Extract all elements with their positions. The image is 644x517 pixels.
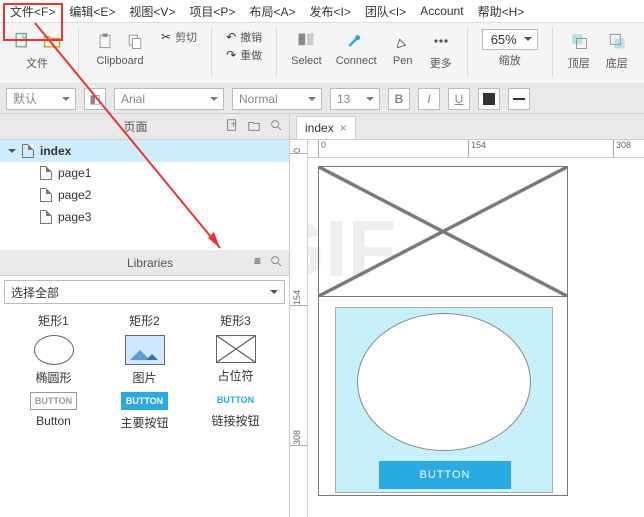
expand-icon[interactable] — [8, 149, 16, 157]
canvas-ellipse-widget[interactable] — [357, 313, 531, 451]
widget-link-button[interactable]: BUTTON链接按钮 — [196, 392, 276, 431]
toolbar-file-label: 文件 — [26, 55, 48, 71]
pen-tool-icon[interactable] — [391, 29, 415, 53]
search-pages-icon[interactable] — [269, 118, 283, 135]
pages-tree: index page1 page2 page3 — [0, 140, 289, 250]
primary-button-icon: BUTTON — [121, 392, 168, 410]
link-button-icon: BUTTON — [213, 392, 258, 408]
vertical-ruler: 0 154 308 — [290, 140, 308, 517]
menu-edit[interactable]: 编辑<E> — [69, 3, 115, 20]
annotation-highlight-box — [3, 3, 63, 41]
paste-icon[interactable] — [93, 29, 117, 53]
redo-icon[interactable]: ↷ — [226, 48, 236, 62]
image-icon — [125, 335, 165, 365]
tree-node-index[interactable]: index — [0, 140, 289, 162]
tree-node-page3[interactable]: page3 — [0, 206, 289, 228]
widget-rect3[interactable]: 矩形3 — [196, 312, 276, 329]
page-icon — [22, 144, 34, 158]
search-library-icon[interactable] — [269, 254, 283, 271]
design-canvas[interactable]: GIF BUTTON — [308, 158, 644, 517]
add-page-icon[interactable]: + — [225, 118, 239, 135]
svg-text:+: + — [230, 119, 236, 131]
tree-node-page2[interactable]: page2 — [0, 184, 289, 206]
tab-index[interactable]: index × — [296, 116, 356, 139]
format-bar: 默认 ◧ Arial Normal 13 B I U — [0, 84, 644, 114]
button-icon: BUTTON — [30, 392, 77, 410]
widget-button[interactable]: BUTTONButton — [14, 392, 94, 431]
bold-button[interactable]: B — [388, 88, 410, 110]
widget-image[interactable]: 图片 — [105, 335, 185, 386]
menu-team[interactable]: 团队<I> — [365, 3, 406, 20]
close-tab-icon[interactable]: × — [340, 121, 347, 135]
undo-icon[interactable]: ↶ — [226, 30, 236, 44]
page-icon — [40, 166, 52, 180]
underline-button[interactable]: U — [448, 88, 470, 110]
copy-icon[interactable] — [123, 29, 147, 53]
artboard[interactable]: BUTTON — [318, 166, 568, 496]
library-selector[interactable]: 选择全部 — [4, 280, 285, 304]
line-color-icon[interactable] — [508, 88, 530, 110]
widget-rect2[interactable]: 矩形2 — [105, 312, 185, 329]
style-pick-icon[interactable]: ◧ — [84, 88, 106, 110]
menu-layout[interactable]: 布局<A> — [249, 3, 295, 20]
menubar: 文件<F> 编辑<E> 视图<V> 项目<P> 布局<A> 发布<I> 团队<I… — [0, 0, 644, 22]
zoom-combo[interactable]: 65% — [482, 29, 538, 50]
placeholder-icon — [216, 335, 256, 363]
add-folder-icon[interactable] — [247, 118, 261, 135]
widget-ellipse[interactable]: 椭圆形 — [14, 335, 94, 386]
cut-icon[interactable]: ✂ — [161, 30, 171, 44]
style-combo[interactable]: 默认 — [6, 88, 76, 110]
connect-tool-icon[interactable] — [344, 29, 368, 53]
more-tools-icon[interactable] — [429, 29, 453, 53]
tree-node-page1[interactable]: page1 — [0, 162, 289, 184]
ellipse-icon — [34, 335, 74, 365]
canvas-tabbar: index × — [290, 114, 644, 140]
menu-account[interactable]: Account — [420, 4, 463, 18]
menu-publish[interactable]: 发布<I> — [309, 3, 350, 20]
pages-panel-header: 页面 + — [0, 114, 289, 140]
page-icon — [40, 188, 52, 202]
canvas-button-widget[interactable]: BUTTON — [379, 461, 511, 489]
libraries-panel-header: Libraries ≡ — [0, 250, 289, 276]
font-combo[interactable]: Arial — [114, 88, 224, 110]
select-tool-icon[interactable] — [294, 29, 318, 53]
menu-view[interactable]: 视图<V> — [129, 3, 175, 20]
menu-help[interactable]: 帮助<H> — [478, 3, 525, 20]
page-icon — [40, 210, 52, 224]
toolbar-clipboard-label: Clipboard — [96, 55, 143, 67]
horizontal-ruler: 0 154 308 — [308, 140, 644, 158]
toolbar: 文件 Clipboard ✂剪切 ↶撤销 ↷重做 Select Connect … — [0, 22, 644, 84]
library-grid: 矩形1 矩形2 矩形3 椭圆形 图片 占位符 BUTTONButton BUTT… — [0, 308, 289, 517]
italic-button[interactable]: I — [418, 88, 440, 110]
size-combo[interactable]: 13 — [330, 88, 380, 110]
widget-placeholder[interactable]: 占位符 — [196, 335, 276, 386]
bring-front-icon[interactable] — [567, 29, 591, 53]
widget-rect1[interactable]: 矩形1 — [14, 312, 94, 329]
library-menu-icon[interactable]: ≡ — [254, 254, 261, 271]
widget-primary-button[interactable]: BUTTON主要按钮 — [105, 392, 185, 431]
weight-combo[interactable]: Normal — [232, 88, 322, 110]
menu-project[interactable]: 项目<P> — [189, 3, 235, 20]
fill-color-icon[interactable] — [478, 88, 500, 110]
send-back-icon[interactable] — [605, 29, 629, 53]
canvas-placeholder-widget[interactable] — [319, 167, 567, 297]
